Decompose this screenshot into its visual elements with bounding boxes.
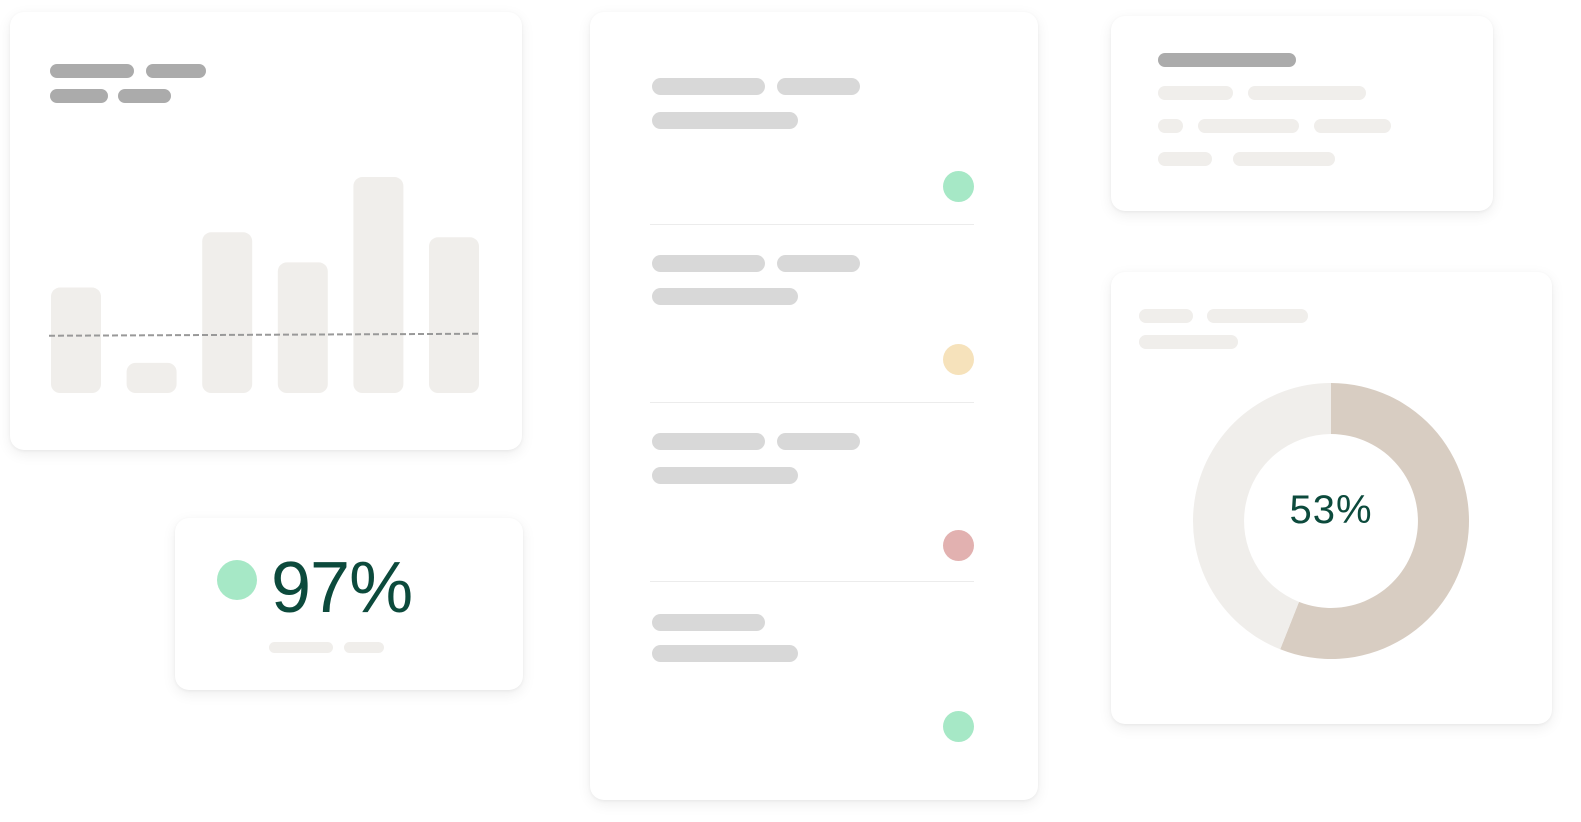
status-dot (943, 530, 974, 561)
text-placeholder (1198, 119, 1299, 133)
caption-placeholder (344, 642, 384, 653)
bar (353, 177, 404, 393)
text-placeholder (1158, 152, 1212, 166)
item-subtitle-placeholder (652, 288, 798, 305)
status-dot (943, 171, 974, 202)
status-dot (943, 344, 974, 375)
donut-chart-card: 53% (1111, 272, 1552, 724)
status-dot (217, 560, 257, 600)
caption-placeholder (269, 642, 333, 653)
item-title-placeholder (777, 433, 860, 450)
item-subtitle-placeholder (652, 112, 798, 129)
divider (650, 581, 974, 582)
bar (202, 232, 253, 393)
text-placeholder (1233, 152, 1335, 166)
stat-card: 97% (175, 518, 523, 690)
reference-line (48, 332, 482, 337)
divider (650, 224, 974, 225)
item-subtitle-placeholder (652, 467, 798, 484)
info-card (1111, 16, 1493, 211)
text-placeholder (1158, 119, 1183, 133)
item-title-placeholder (777, 255, 860, 272)
status-dot (943, 711, 974, 742)
stat-value: 97% (271, 548, 413, 628)
text-placeholder (1248, 86, 1366, 100)
text-placeholder (1158, 86, 1233, 100)
bar-chart (48, 177, 482, 393)
text-placeholder (1314, 119, 1391, 133)
item-title-placeholder (652, 78, 765, 95)
status-list-card (590, 12, 1038, 800)
bar (51, 287, 101, 393)
bar-chart-card (10, 12, 522, 450)
item-title-placeholder (652, 255, 765, 272)
title-placeholder (1158, 53, 1296, 67)
item-title-placeholder (652, 614, 765, 631)
item-title-placeholder (777, 78, 860, 95)
divider (650, 402, 974, 403)
bar (126, 362, 177, 393)
item-title-placeholder (652, 433, 765, 450)
bar (277, 262, 328, 393)
bar (429, 237, 479, 393)
item-subtitle-placeholder (652, 645, 798, 662)
donut-center-label: 53% (1289, 488, 1373, 532)
